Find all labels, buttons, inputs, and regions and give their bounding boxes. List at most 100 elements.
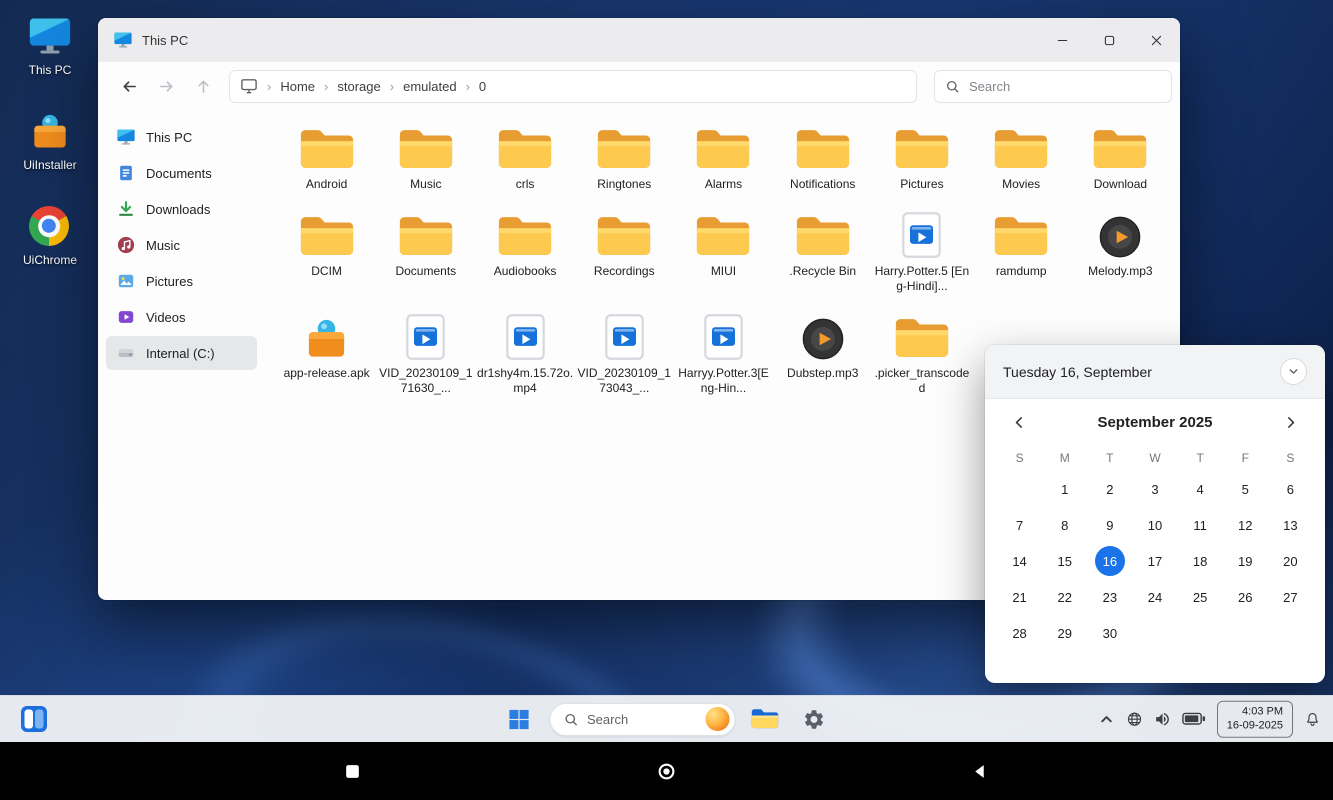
file-tile-folder[interactable]: Alarms — [675, 122, 772, 193]
calendar-day-26[interactable]: 26 — [1223, 579, 1268, 615]
calendar-day-27[interactable]: 27 — [1268, 579, 1313, 615]
forward-button[interactable] — [151, 71, 181, 101]
maximize-button[interactable] — [1086, 18, 1133, 62]
file-tile-video[interactable]: VID_20230109_171630_... — [377, 311, 474, 397]
calendar-day-4[interactable]: 4 — [1178, 471, 1223, 507]
file-tile-folder[interactable]: ramdump — [973, 209, 1070, 295]
calendar-day-21[interactable]: 21 — [997, 579, 1042, 615]
calendar-day-23[interactable]: 23 — [1087, 579, 1132, 615]
calendar-day-17[interactable]: 17 — [1132, 543, 1177, 579]
file-tile-folder[interactable]: Notifications — [774, 122, 871, 193]
calendar-day-16[interactable]: 16 — [1087, 543, 1132, 579]
file-tile-folder[interactable]: Documents — [377, 209, 474, 295]
file-tile-audio[interactable]: Dubstep.mp3 — [774, 311, 871, 397]
calendar-collapse-button[interactable] — [1280, 358, 1307, 385]
file-tile-folder[interactable]: Movies — [973, 122, 1070, 193]
calendar-weekday: S — [997, 445, 1042, 471]
desktop-icon-this-pc[interactable]: This PC — [12, 16, 88, 77]
calendar-day-8[interactable]: 8 — [1042, 507, 1087, 543]
calendar-next-button[interactable] — [1279, 410, 1303, 434]
widgets-button[interactable] — [20, 705, 48, 733]
file-tile-folder[interactable]: DCIM — [278, 209, 375, 295]
calendar-day-9[interactable]: 9 — [1087, 507, 1132, 543]
sidebar-item-internal-c-[interactable]: Internal (C:) — [106, 336, 257, 370]
file-tile-folder[interactable]: Ringtones — [576, 122, 673, 193]
calendar-prev-button[interactable] — [1007, 410, 1031, 434]
battery-icon[interactable] — [1182, 712, 1206, 726]
file-tile-folder[interactable]: Recordings — [576, 209, 673, 295]
taskbar-search-input[interactable]: Search — [549, 703, 735, 736]
clock[interactable]: 4:03 PM 16-09-2025 — [1217, 701, 1293, 738]
file-tile-folder[interactable]: .Recycle Bin — [774, 209, 871, 295]
network-globe-icon[interactable] — [1126, 711, 1143, 728]
sidebar-item-downloads[interactable]: Downloads — [106, 192, 257, 226]
file-tile-folder[interactable]: crls — [477, 122, 574, 193]
calendar-day-28[interactable]: 28 — [997, 615, 1042, 651]
calendar-day-22[interactable]: 22 — [1042, 579, 1087, 615]
up-button[interactable] — [188, 71, 218, 101]
file-tile-audio[interactable]: Melody.mp3 — [1072, 209, 1169, 295]
file-tile-folder[interactable]: Download — [1072, 122, 1169, 193]
sidebar-item-videos[interactable]: Videos — [106, 300, 257, 334]
calendar-day-7[interactable]: 7 — [997, 507, 1042, 543]
sidebar-item-documents[interactable]: Documents — [106, 156, 257, 190]
calendar-day-24[interactable]: 24 — [1132, 579, 1177, 615]
calendar-day-12[interactable]: 12 — [1223, 507, 1268, 543]
file-tile-folder[interactable]: Android — [278, 122, 375, 193]
sidebar-item-this-pc[interactable]: This PC — [106, 120, 257, 154]
copilot-icon[interactable] — [705, 707, 729, 731]
file-tile-video[interactable]: VID_20230109_173043_... — [576, 311, 673, 397]
calendar-day-18[interactable]: 18 — [1178, 543, 1223, 579]
explorer-toolbar: ›Home›storage›emulated›0 Search — [98, 62, 1180, 110]
calendar-day-6[interactable]: 6 — [1268, 471, 1313, 507]
calendar-day-19[interactable]: 19 — [1223, 543, 1268, 579]
android-back-button[interactable] — [959, 751, 999, 791]
calendar-day-29[interactable]: 29 — [1042, 615, 1087, 651]
explorer-taskbar-button[interactable] — [746, 700, 784, 738]
back-button[interactable] — [114, 71, 144, 101]
desktop-icon-uichrome[interactable]: UiChrome — [12, 206, 88, 267]
file-tile-folder[interactable]: Pictures — [873, 122, 970, 193]
sidebar-item-label: Music — [146, 238, 180, 253]
home-button[interactable] — [646, 751, 686, 791]
file-tile-video[interactable]: dr1shy4m.15.72o.mp4 — [477, 311, 574, 397]
file-tile-apk[interactable]: app-release.apk — [278, 311, 375, 397]
file-tile-folder[interactable]: .picker_transcoded — [873, 311, 970, 397]
calendar-day-5[interactable]: 5 — [1223, 471, 1268, 507]
titlebar[interactable]: This PC — [98, 18, 1180, 62]
calendar-day-15[interactable]: 15 — [1042, 543, 1087, 579]
sidebar-item-music[interactable]: Music — [106, 228, 257, 262]
file-tile-video[interactable]: Harry.Potter.5 [Eng-Hindi]... — [873, 209, 970, 295]
calendar-day-2[interactable]: 2 — [1087, 471, 1132, 507]
start-button[interactable] — [500, 700, 538, 738]
file-tile-folder[interactable]: MIUI — [675, 209, 772, 295]
close-button[interactable] — [1133, 18, 1180, 62]
breadcrumb-segment-emulated[interactable]: emulated — [401, 78, 458, 95]
desktop-icon-uiinstaller[interactable]: UiInstaller — [12, 111, 88, 172]
calendar-day-10[interactable]: 10 — [1132, 507, 1177, 543]
file-tile-video[interactable]: Harryy.Potter.3[Eng-Hin... — [675, 311, 772, 397]
recents-button[interactable] — [332, 751, 372, 791]
sidebar-item-pictures[interactable]: Pictures — [106, 264, 257, 298]
file-tile-folder[interactable]: Audiobooks — [477, 209, 574, 295]
calendar-day-14[interactable]: 14 — [997, 543, 1042, 579]
calendar-day-3[interactable]: 3 — [1132, 471, 1177, 507]
calendar-day-1[interactable]: 1 — [1042, 471, 1087, 507]
breadcrumb-segment-storage[interactable]: storage — [335, 78, 382, 95]
volume-icon[interactable] — [1154, 711, 1171, 728]
address-bar[interactable]: ›Home›storage›emulated›0 — [229, 70, 917, 103]
file-tile-folder[interactable]: Music — [377, 122, 474, 193]
folder-icon — [595, 122, 653, 172]
minimize-button[interactable] — [1039, 18, 1086, 62]
calendar-day-13[interactable]: 13 — [1268, 507, 1313, 543]
calendar-day-11[interactable]: 11 — [1178, 507, 1223, 543]
explorer-search-input[interactable]: Search — [934, 70, 1172, 103]
breadcrumb-segment-0[interactable]: 0 — [477, 78, 488, 95]
notifications-bell-icon[interactable] — [1304, 711, 1321, 728]
breadcrumb-segment-home[interactable]: Home — [278, 78, 317, 95]
calendar-day-30[interactable]: 30 — [1087, 615, 1132, 651]
hidden-icons-chevron[interactable] — [1098, 711, 1115, 728]
calendar-day-25[interactable]: 25 — [1178, 579, 1223, 615]
settings-button[interactable] — [795, 700, 833, 738]
calendar-day-20[interactable]: 20 — [1268, 543, 1313, 579]
